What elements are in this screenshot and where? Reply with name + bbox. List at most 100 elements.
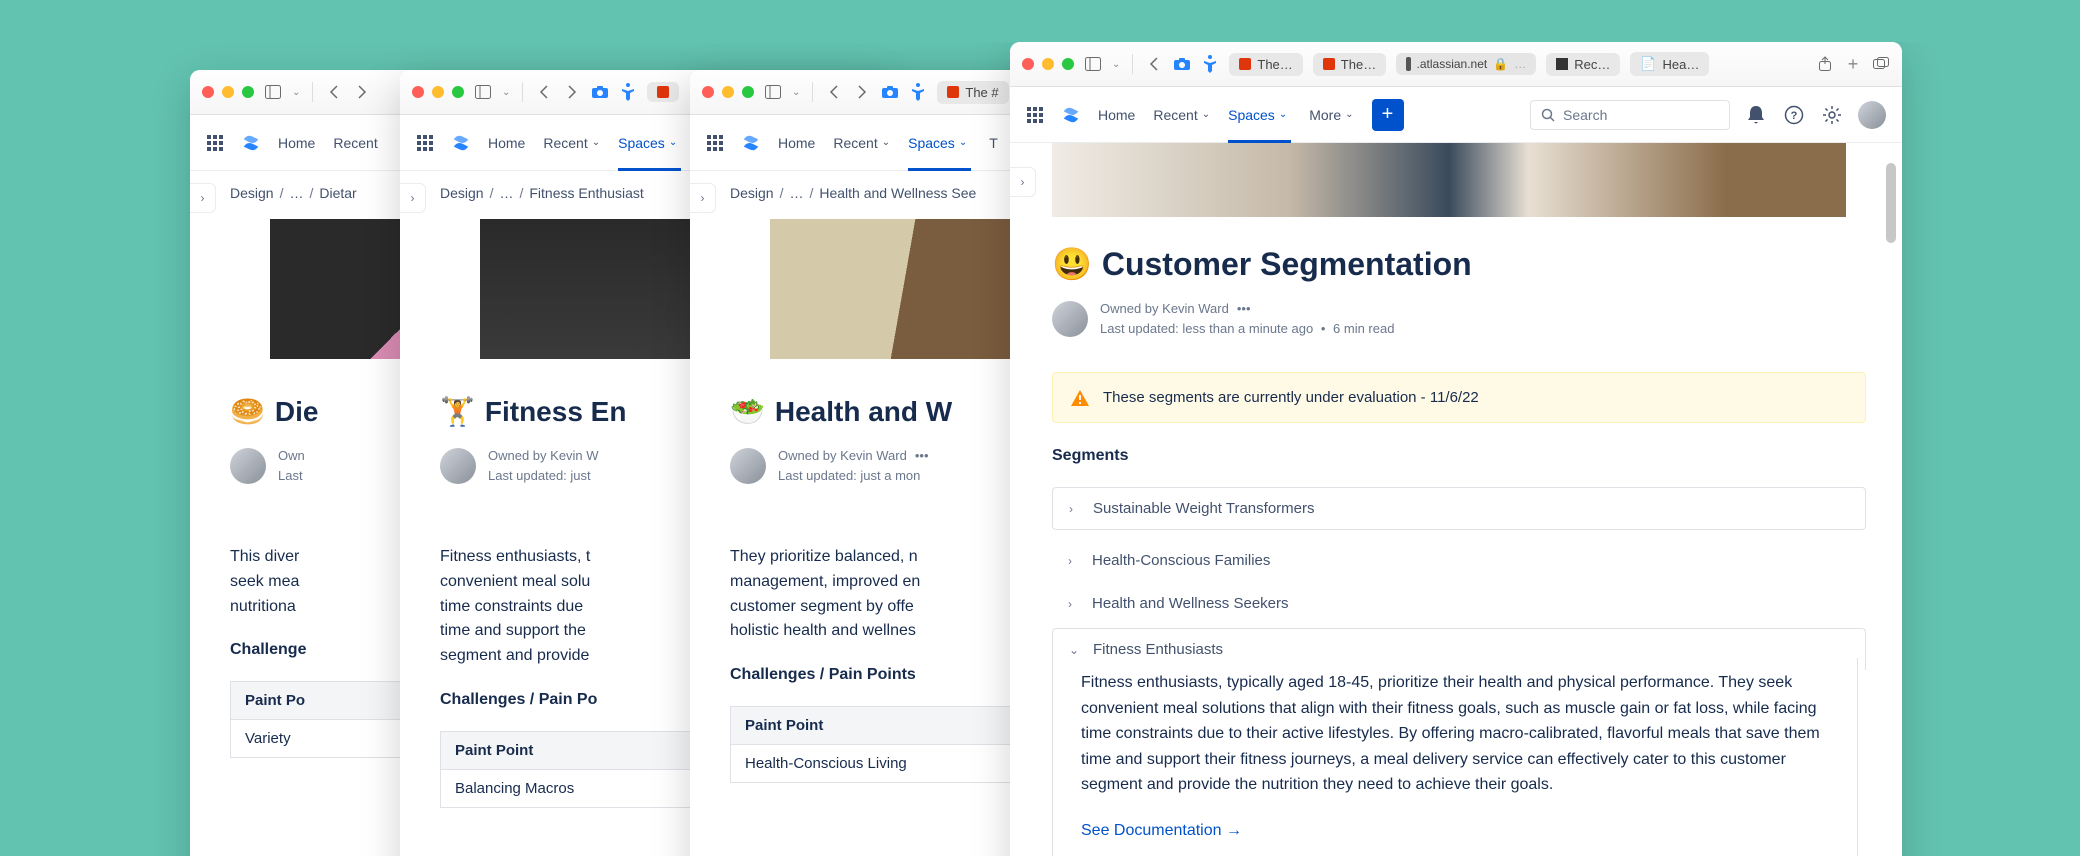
more-actions-icon[interactable]: •••: [1237, 299, 1251, 319]
nav-recent[interactable]: Recent ⌄: [543, 135, 600, 151]
owned-by-text: Owned by Kevin Ward: [778, 446, 907, 466]
nav-spaces[interactable]: Spaces ⌄: [1228, 107, 1291, 123]
segment-item[interactable]: › Health and Wellness Seekers: [1052, 585, 1866, 622]
last-updated-text: Last: [278, 466, 305, 486]
nav-spaces[interactable]: Spaces ⌄: [618, 135, 681, 151]
see-documentation-link[interactable]: See Documentation →: [1081, 818, 1242, 844]
chevron-right-icon: ›: [1069, 502, 1081, 516]
sidebar-toggle-icon[interactable]: [1084, 55, 1102, 73]
segment-description: Fitness enthusiasts, typically aged 18-4…: [1081, 670, 1829, 798]
search-icon: [1541, 108, 1555, 122]
nav-recent[interactable]: Recent ⌄: [1153, 107, 1210, 123]
confluence-logo-icon[interactable]: [1062, 106, 1080, 124]
forward-icon[interactable]: [853, 83, 871, 101]
sidebar-toggle-icon[interactable]: [474, 83, 492, 101]
expand-sidebar-icon[interactable]: ›: [190, 183, 216, 213]
share-icon[interactable]: [1816, 55, 1834, 73]
page-cover-image: [1052, 143, 1846, 217]
maximize-window-icon[interactable]: [452, 86, 464, 98]
warning-icon: [1071, 390, 1089, 406]
nav-home[interactable]: Home: [278, 135, 315, 151]
nav-more[interactable]: T: [989, 135, 998, 151]
create-button[interactable]: +: [1372, 99, 1404, 131]
nav-recent[interactable]: Recent: [333, 135, 377, 151]
accessibility-icon[interactable]: [909, 83, 927, 101]
confluence-logo-icon[interactable]: [742, 134, 760, 152]
address-bar[interactable]: .atlassian.net 🔒 …: [1396, 53, 1536, 75]
app-switcher-icon[interactable]: [706, 134, 724, 152]
more-actions-icon[interactable]: •••: [915, 446, 929, 466]
maximize-window-icon[interactable]: [242, 86, 254, 98]
nav-home[interactable]: Home: [1098, 107, 1135, 123]
nav-more[interactable]: More ⌄: [1309, 107, 1353, 123]
app-switcher-icon[interactable]: [1026, 106, 1044, 124]
back-icon[interactable]: [535, 83, 553, 101]
avatar[interactable]: [440, 448, 476, 484]
back-icon[interactable]: [825, 83, 843, 101]
app-switcher-icon[interactable]: [206, 134, 224, 152]
nav-home[interactable]: Home: [488, 135, 525, 151]
lock-icon: 🔒: [1493, 57, 1508, 71]
sidebar-toggle-icon[interactable]: [764, 83, 782, 101]
browser-tab[interactable]: Rec…: [1546, 53, 1620, 76]
chevron-right-icon: ›: [1068, 554, 1080, 568]
minimize-window-icon[interactable]: [722, 86, 734, 98]
svg-text:?: ?: [1791, 110, 1798, 122]
close-window-icon[interactable]: [702, 86, 714, 98]
segments-heading: Segments: [1052, 447, 1874, 465]
close-window-icon[interactable]: [1022, 58, 1034, 70]
segment-item[interactable]: › Sustainable Weight Transformers: [1052, 487, 1866, 530]
profile-avatar[interactable]: [1858, 101, 1886, 129]
avatar[interactable]: [1052, 301, 1088, 337]
expand-sidebar-icon[interactable]: ›: [1010, 167, 1036, 197]
search-input[interactable]: Search: [1530, 100, 1730, 130]
help-icon[interactable]: ?: [1782, 103, 1806, 127]
new-tab-icon[interactable]: +: [1844, 55, 1862, 73]
browser-tab[interactable]: The…: [1229, 53, 1302, 76]
avatar[interactable]: [230, 448, 266, 484]
warning-text: These segments are currently under evalu…: [1103, 389, 1479, 406]
last-updated-text: Last updated: just a mon: [778, 466, 929, 486]
camera-icon[interactable]: [881, 83, 899, 101]
accessibility-icon[interactable]: [619, 83, 637, 101]
accessibility-icon[interactable]: [1201, 55, 1219, 73]
camera-icon[interactable]: [1173, 55, 1191, 73]
expand-sidebar-icon[interactable]: ›: [400, 183, 426, 213]
nav-home[interactable]: Home: [778, 135, 815, 151]
forward-icon[interactable]: [563, 83, 581, 101]
browser-tab[interactable]: The…: [1313, 53, 1386, 76]
confluence-logo-icon[interactable]: [242, 134, 260, 152]
browser-tab[interactable]: 📄Hea…: [1630, 52, 1709, 76]
chevron-down-icon: ⌄: [1069, 643, 1081, 657]
last-updated-text: Last updated: less than a minute ago: [1100, 321, 1313, 336]
tab-overview-icon[interactable]: [1872, 55, 1890, 73]
app-switcher-icon[interactable]: [416, 134, 434, 152]
confluence-logo-icon[interactable]: [452, 134, 470, 152]
forward-icon[interactable]: [353, 83, 371, 101]
segment-item[interactable]: › Health-Conscious Families: [1052, 542, 1866, 579]
maximize-window-icon[interactable]: [1062, 58, 1074, 70]
maximize-window-icon[interactable]: [742, 86, 754, 98]
close-window-icon[interactable]: [412, 86, 424, 98]
close-window-icon[interactable]: [202, 86, 214, 98]
expand-sidebar-icon[interactable]: ›: [690, 183, 716, 213]
minimize-window-icon[interactable]: [1042, 58, 1054, 70]
owned-by-text: Owned by Kevin Ward: [1100, 299, 1229, 319]
minimize-window-icon[interactable]: [222, 86, 234, 98]
avatar[interactable]: [730, 448, 766, 484]
back-icon[interactable]: [1145, 55, 1163, 73]
minimize-window-icon[interactable]: [432, 86, 444, 98]
browser-tab[interactable]: The #: [937, 81, 1008, 104]
camera-icon[interactable]: [591, 83, 609, 101]
page-title: 😃Customer Segmentation: [1052, 245, 1874, 283]
browser-tab[interactable]: [647, 82, 679, 102]
owned-by-text: Owned by Kevin W: [488, 446, 599, 466]
owned-by-text: Own: [278, 446, 305, 466]
scrollbar[interactable]: [1886, 163, 1896, 243]
nav-recent[interactable]: Recent ⌄: [833, 135, 890, 151]
notifications-icon[interactable]: [1744, 103, 1768, 127]
sidebar-toggle-icon[interactable]: [264, 83, 282, 101]
nav-spaces[interactable]: Spaces ⌄: [908, 135, 971, 151]
back-icon[interactable]: [325, 83, 343, 101]
settings-icon[interactable]: [1820, 103, 1844, 127]
